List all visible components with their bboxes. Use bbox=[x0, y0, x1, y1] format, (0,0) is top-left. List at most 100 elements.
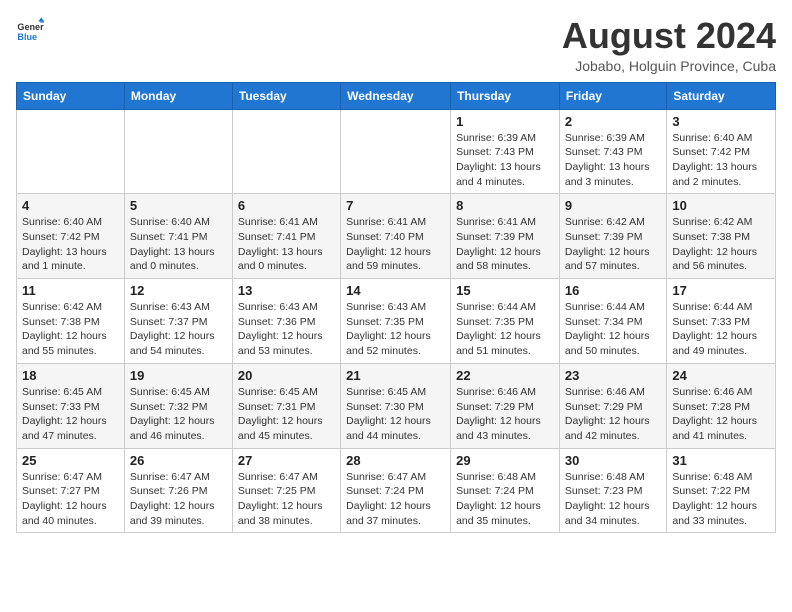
day-info: Sunrise: 6:39 AM Sunset: 7:43 PM Dayligh… bbox=[456, 131, 554, 190]
day-info: Sunrise: 6:41 AM Sunset: 7:39 PM Dayligh… bbox=[456, 215, 554, 274]
day-number: 1 bbox=[456, 114, 554, 129]
day-info: Sunrise: 6:47 AM Sunset: 7:27 PM Dayligh… bbox=[22, 470, 119, 529]
day-number: 19 bbox=[130, 368, 227, 383]
svg-text:General: General bbox=[17, 22, 44, 32]
day-cell bbox=[232, 109, 340, 194]
day-cell: 19 Sunrise: 6:45 AM Sunset: 7:32 PM Dayli… bbox=[124, 363, 232, 448]
header: General Blue August 2024 Jobabo, Holguin… bbox=[16, 16, 776, 74]
day-cell: 14Sunrise: 6:43 AM Sunset: 7:35 PM Dayli… bbox=[341, 279, 451, 364]
col-wednesday: Wednesday bbox=[341, 82, 451, 109]
day-number: 3 bbox=[672, 114, 770, 129]
logo-icon: General Blue bbox=[16, 16, 44, 44]
day-number: 8 bbox=[456, 198, 554, 213]
day-cell: 27 Sunrise: 6:47 AM Sunset: 7:25 PM Dayli… bbox=[232, 448, 340, 533]
day-info: Sunrise: 6:41 AM Sunset: 7:41 PM Dayligh… bbox=[238, 215, 335, 274]
col-saturday: Saturday bbox=[667, 82, 776, 109]
col-friday: Friday bbox=[559, 82, 666, 109]
day-info: Sunrise: 6:48 AM Sunset: 7:24 PM Dayligh… bbox=[456, 470, 554, 529]
day-cell: 16Sunrise: 6:44 AM Sunset: 7:34 PM Dayli… bbox=[559, 279, 666, 364]
svg-text:Blue: Blue bbox=[17, 32, 37, 42]
day-cell: 21 Sunrise: 6:45 AM Sunset: 7:30 PM Dayli… bbox=[341, 363, 451, 448]
day-number: 31 bbox=[672, 453, 770, 468]
day-number: 16 bbox=[565, 283, 661, 298]
day-cell: 25 Sunrise: 6:47 AM Sunset: 7:27 PM Dayli… bbox=[17, 448, 125, 533]
day-cell: 5Sunrise: 6:40 AM Sunset: 7:41 PM Daylig… bbox=[124, 194, 232, 279]
day-info: Sunrise: 6:47 AM Sunset: 7:25 PM Dayligh… bbox=[238, 470, 335, 529]
day-number: 28 bbox=[346, 453, 445, 468]
day-info: Sunrise: 6:42 AM Sunset: 7:38 PM Dayligh… bbox=[22, 300, 119, 359]
day-number: 20 bbox=[238, 368, 335, 383]
day-info: Sunrise: 6:40 AM Sunset: 7:42 PM Dayligh… bbox=[22, 215, 119, 274]
day-number: 29 bbox=[456, 453, 554, 468]
day-cell: 11 Sunrise: 6:42 AM Sunset: 7:38 PM Dayli… bbox=[17, 279, 125, 364]
week-row-1: 1 Sunrise: 6:39 AM Sunset: 7:43 PM Daylig… bbox=[17, 109, 776, 194]
col-sunday: Sunday bbox=[17, 82, 125, 109]
day-number: 30 bbox=[565, 453, 661, 468]
day-number: 9 bbox=[565, 198, 661, 213]
week-row-3: 11 Sunrise: 6:42 AM Sunset: 7:38 PM Dayli… bbox=[17, 279, 776, 364]
day-number: 17 bbox=[672, 283, 770, 298]
day-cell bbox=[124, 109, 232, 194]
day-info: Sunrise: 6:42 AM Sunset: 7:39 PM Dayligh… bbox=[565, 215, 661, 274]
day-cell: 30 Sunrise: 6:48 AM Sunset: 7:23 PM Dayli… bbox=[559, 448, 666, 533]
day-cell: 8 Sunrise: 6:41 AM Sunset: 7:39 PM Daylig… bbox=[451, 194, 560, 279]
day-cell: 22Sunrise: 6:46 AM Sunset: 7:29 PM Dayli… bbox=[451, 363, 560, 448]
day-cell: 13 Sunrise: 6:43 AM Sunset: 7:36 PM Dayli… bbox=[232, 279, 340, 364]
day-info: Sunrise: 6:48 AM Sunset: 7:23 PM Dayligh… bbox=[565, 470, 661, 529]
day-cell: 18Sunrise: 6:45 AM Sunset: 7:33 PM Dayli… bbox=[17, 363, 125, 448]
week-row-5: 25 Sunrise: 6:47 AM Sunset: 7:27 PM Dayli… bbox=[17, 448, 776, 533]
day-info: Sunrise: 6:44 AM Sunset: 7:33 PM Dayligh… bbox=[672, 300, 770, 359]
day-number: 18 bbox=[22, 368, 119, 383]
day-number: 25 bbox=[22, 453, 119, 468]
day-cell: 10Sunrise: 6:42 AM Sunset: 7:38 PM Dayli… bbox=[667, 194, 776, 279]
day-cell: 1 Sunrise: 6:39 AM Sunset: 7:43 PM Daylig… bbox=[451, 109, 560, 194]
day-info: Sunrise: 6:41 AM Sunset: 7:40 PM Dayligh… bbox=[346, 215, 445, 274]
week-row-2: 4 Sunrise: 6:40 AM Sunset: 7:42 PM Daylig… bbox=[17, 194, 776, 279]
day-info: Sunrise: 6:46 AM Sunset: 7:29 PM Dayligh… bbox=[456, 385, 554, 444]
day-info: Sunrise: 6:45 AM Sunset: 7:30 PM Dayligh… bbox=[346, 385, 445, 444]
day-cell: 28 Sunrise: 6:47 AM Sunset: 7:24 PM Dayli… bbox=[341, 448, 451, 533]
day-cell: 29 Sunrise: 6:48 AM Sunset: 7:24 PM Dayli… bbox=[451, 448, 560, 533]
day-cell: 26 Sunrise: 6:47 AM Sunset: 7:26 PM Dayli… bbox=[124, 448, 232, 533]
header-row: Sunday Monday Tuesday Wednesday Thursday… bbox=[17, 82, 776, 109]
day-number: 4 bbox=[22, 198, 119, 213]
day-info: Sunrise: 6:43 AM Sunset: 7:35 PM Dayligh… bbox=[346, 300, 445, 359]
month-title: August 2024 bbox=[562, 16, 776, 56]
day-cell: 12 Sunrise: 6:43 AM Sunset: 7:37 PM Dayli… bbox=[124, 279, 232, 364]
day-info: Sunrise: 6:47 AM Sunset: 7:26 PM Dayligh… bbox=[130, 470, 227, 529]
day-cell: 17 Sunrise: 6:44 AM Sunset: 7:33 PM Dayli… bbox=[667, 279, 776, 364]
day-cell: 24Sunrise: 6:46 AM Sunset: 7:28 PM Dayli… bbox=[667, 363, 776, 448]
day-cell bbox=[341, 109, 451, 194]
day-cell: 23Sunrise: 6:46 AM Sunset: 7:29 PM Dayli… bbox=[559, 363, 666, 448]
day-number: 26 bbox=[130, 453, 227, 468]
calendar-table: Sunday Monday Tuesday Wednesday Thursday… bbox=[16, 82, 776, 534]
day-cell bbox=[17, 109, 125, 194]
day-cell: 31 Sunrise: 6:48 AM Sunset: 7:22 PM Dayli… bbox=[667, 448, 776, 533]
day-info: Sunrise: 6:43 AM Sunset: 7:36 PM Dayligh… bbox=[238, 300, 335, 359]
day-info: Sunrise: 6:47 AM Sunset: 7:24 PM Dayligh… bbox=[346, 470, 445, 529]
day-info: Sunrise: 6:46 AM Sunset: 7:28 PM Dayligh… bbox=[672, 385, 770, 444]
week-row-4: 18Sunrise: 6:45 AM Sunset: 7:33 PM Dayli… bbox=[17, 363, 776, 448]
day-cell: 9 Sunrise: 6:42 AM Sunset: 7:39 PM Daylig… bbox=[559, 194, 666, 279]
location-subtitle: Jobabo, Holguin Province, Cuba bbox=[562, 58, 776, 74]
day-number: 10 bbox=[672, 198, 770, 213]
day-number: 27 bbox=[238, 453, 335, 468]
day-number: 12 bbox=[130, 283, 227, 298]
title-block: August 2024 Jobabo, Holguin Province, Cu… bbox=[562, 16, 776, 74]
day-number: 2 bbox=[565, 114, 661, 129]
day-info: Sunrise: 6:44 AM Sunset: 7:35 PM Dayligh… bbox=[456, 300, 554, 359]
day-number: 11 bbox=[22, 283, 119, 298]
day-info: Sunrise: 6:45 AM Sunset: 7:32 PM Dayligh… bbox=[130, 385, 227, 444]
day-number: 5 bbox=[130, 198, 227, 213]
day-number: 21 bbox=[346, 368, 445, 383]
day-cell: 2 Sunrise: 6:39 AM Sunset: 7:43 PM Daylig… bbox=[559, 109, 666, 194]
day-cell: 15Sunrise: 6:44 AM Sunset: 7:35 PM Dayli… bbox=[451, 279, 560, 364]
day-info: Sunrise: 6:48 AM Sunset: 7:22 PM Dayligh… bbox=[672, 470, 770, 529]
logo: General Blue bbox=[16, 16, 44, 44]
day-info: Sunrise: 6:39 AM Sunset: 7:43 PM Dayligh… bbox=[565, 131, 661, 190]
day-info: Sunrise: 6:43 AM Sunset: 7:37 PM Dayligh… bbox=[130, 300, 227, 359]
col-monday: Monday bbox=[124, 82, 232, 109]
day-cell: 7 Sunrise: 6:41 AM Sunset: 7:40 PM Daylig… bbox=[341, 194, 451, 279]
day-number: 7 bbox=[346, 198, 445, 213]
day-number: 13 bbox=[238, 283, 335, 298]
